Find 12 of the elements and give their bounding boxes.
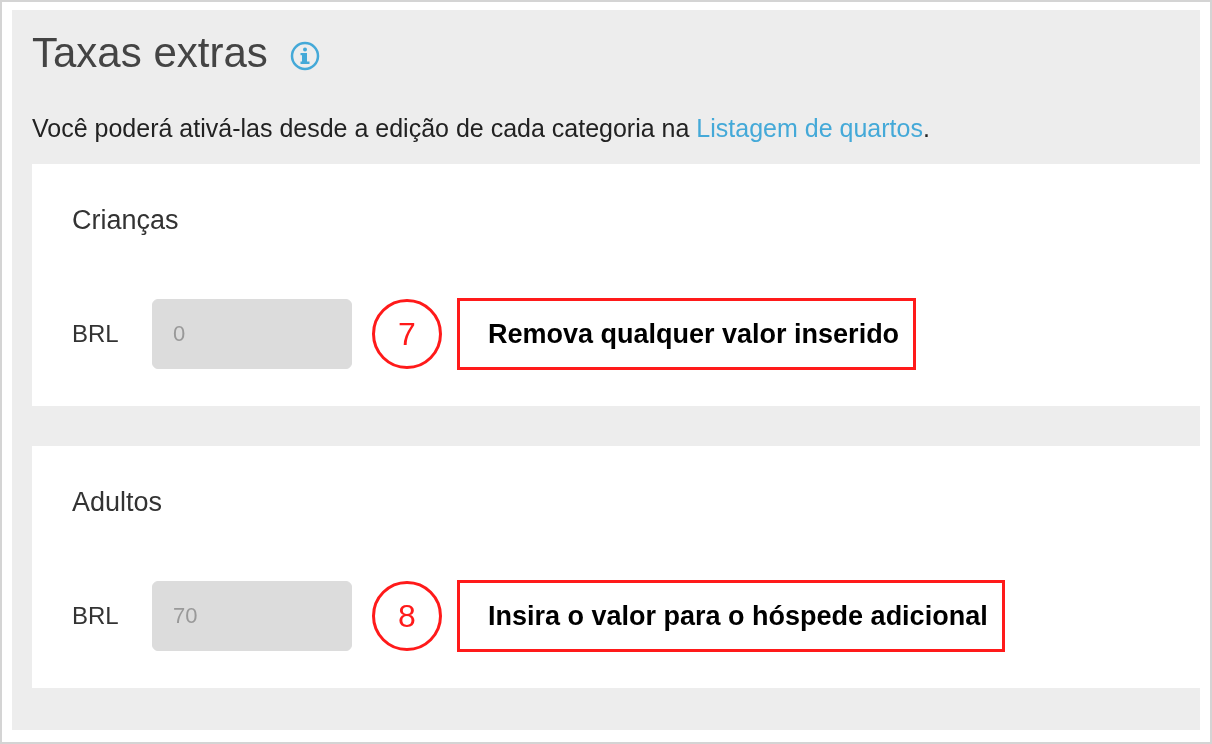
card-title: Crianças xyxy=(72,203,180,237)
section-title: Taxas extras xyxy=(32,28,268,78)
callout-label: Remova qualquer valor inserido xyxy=(457,298,917,371)
listing-link[interactable]: Listagem de quartos xyxy=(696,114,923,143)
description-text: Você poderá ativá-las desde a edição de cada categoria na Listagem de quartos. xyxy=(32,113,931,145)
currency-label: BRL xyxy=(72,319,120,350)
step-number: 7 xyxy=(372,299,442,370)
step-number: 8 xyxy=(372,581,442,652)
callout-label: Insira o valor para o hóspede adicional xyxy=(457,580,1005,653)
currency-label: BRL xyxy=(72,601,120,632)
card-title: Adultos xyxy=(72,485,164,519)
info-icon[interactable] xyxy=(289,41,320,72)
